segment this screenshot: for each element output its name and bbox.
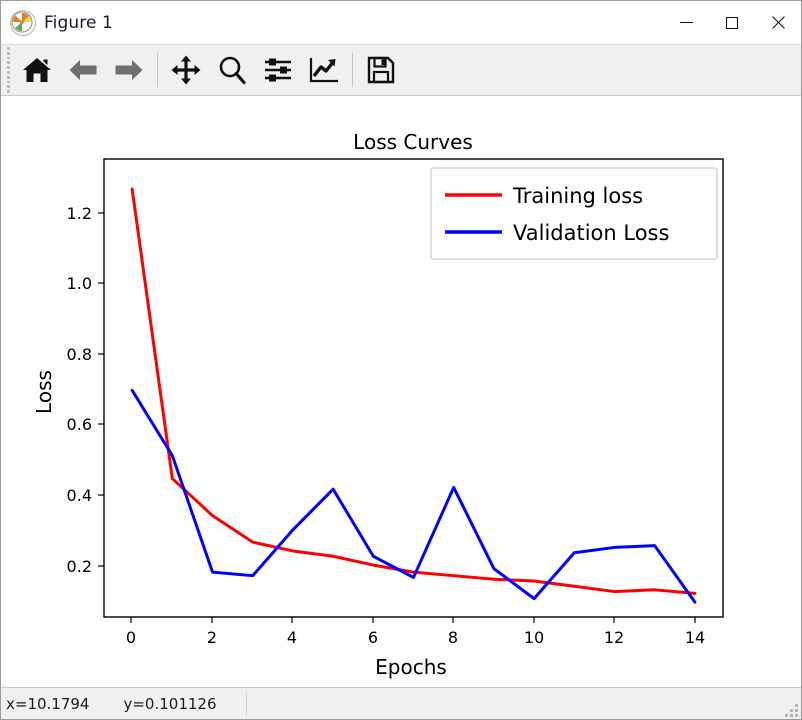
x-tick-label: 2: [207, 628, 217, 647]
legend-label-training: Training loss: [512, 184, 643, 208]
chart-title: Loss Curves: [353, 130, 473, 154]
zoom-button[interactable]: [209, 45, 255, 95]
back-button[interactable]: [60, 45, 106, 95]
y-tick-label: 0.2: [67, 557, 92, 576]
x-tick-label: 0: [126, 628, 136, 647]
y-tick-label: 0.6: [67, 415, 92, 434]
close-icon: [771, 16, 785, 30]
edit-axis-button[interactable]: [301, 45, 347, 95]
toolbar-separator: [157, 53, 158, 87]
x-tick-label: 10: [524, 628, 544, 647]
y-tick-label: 0.4: [67, 486, 92, 505]
x-coordinate-readout: x=10.1794: [6, 694, 90, 713]
y-tick-label: 1.2: [67, 204, 92, 223]
status-bar: x=10.1794 y=0.101126: [1, 687, 801, 719]
status-divider: [246, 692, 247, 716]
x-axis-label: Epochs: [375, 655, 447, 679]
title-bar: Figure 1: [1, 1, 801, 44]
x-tick-label: 12: [604, 628, 624, 647]
home-button[interactable]: [14, 45, 60, 95]
configure-subplots-button[interactable]: [255, 45, 301, 95]
minimize-icon: [679, 22, 693, 23]
minimize-button[interactable]: [663, 1, 709, 44]
legend-box: [430, 167, 718, 260]
matplotlib-logo-icon: [10, 9, 36, 36]
y-tick-label: 1.0: [67, 274, 92, 293]
close-button[interactable]: [755, 1, 801, 44]
toolbar-drag-handle[interactable]: [4, 47, 12, 93]
window-controls: [663, 1, 801, 44]
chart-line-icon: [309, 58, 338, 83]
loss-curves-plot: Loss Curves 1.2 1.0 0.8 0.6 0.4 0.2 0 2 …: [1, 96, 801, 685]
legend[interactable]: Training loss Validation Loss: [430, 167, 718, 260]
toolbar-separator: [352, 53, 353, 87]
move-cross-icon: [171, 55, 201, 85]
y-tick-label: 0.8: [67, 345, 92, 364]
figure-window: Figure 1 Loss Curves 1.2 1.0 0.8 0.6 0.4…: [0, 0, 802, 720]
sliders-icon: [265, 58, 291, 82]
pan-button[interactable]: [163, 45, 209, 95]
resize-grip[interactable]: [784, 703, 798, 717]
save-button[interactable]: [358, 45, 404, 95]
legend-label-validation: Validation Loss: [513, 221, 669, 245]
forward-button[interactable]: [106, 45, 152, 95]
left-arrow-icon: [69, 60, 97, 80]
navigation-toolbar: [1, 44, 801, 96]
figure-canvas[interactable]: Loss Curves 1.2 1.0 0.8 0.6 0.4 0.2 0 2 …: [1, 96, 801, 687]
x-tick-label: 14: [685, 628, 705, 647]
floppy-disk-icon: [367, 56, 395, 84]
magnifier-icon: [219, 56, 246, 85]
maximize-icon: [726, 16, 738, 29]
right-arrow-icon: [115, 60, 143, 80]
x-tick-label: 6: [368, 628, 378, 647]
y-axis-label: Loss: [32, 370, 56, 414]
x-tick-label: 8: [448, 628, 458, 647]
y-coordinate-readout: y=0.101126: [123, 694, 217, 713]
window-title: Figure 1: [44, 12, 113, 33]
home-icon: [23, 58, 51, 82]
maximize-button[interactable]: [709, 1, 755, 44]
x-tick-label: 4: [287, 628, 297, 647]
